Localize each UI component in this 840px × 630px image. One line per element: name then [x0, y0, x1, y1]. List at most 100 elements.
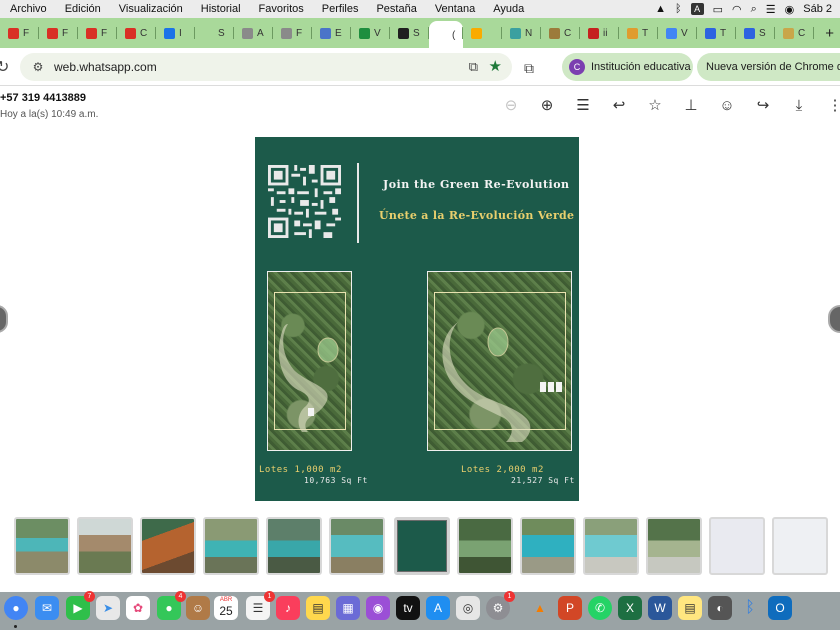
thumbnail[interactable] [646, 517, 702, 575]
music-icon[interactable]: ♪ [276, 596, 300, 620]
tab[interactable]: ii [580, 21, 619, 45]
app-store-icon[interactable]: A [426, 596, 450, 620]
pin-icon[interactable]: ⊥ [681, 96, 701, 116]
apple-tv-icon[interactable]: tv [396, 596, 420, 620]
reminders-icon[interactable]: ☰ 1 [246, 591, 275, 620]
control-center-icon[interactable]: ☰ [766, 3, 776, 16]
profile-button[interactable]: C Institución educativa [562, 53, 693, 81]
thumbnail[interactable] [772, 517, 828, 575]
tab[interactable]: T [697, 21, 736, 45]
tab[interactable]: V [351, 21, 390, 45]
previous-media-button[interactable] [0, 305, 8, 333]
menu-archivo[interactable]: Archivo [0, 3, 56, 15]
site-settings-icon[interactable]: ⚙ [30, 59, 46, 75]
extensions-icon[interactable]: ⧉ [524, 60, 534, 77]
stickies-icon[interactable]: ▤ [678, 596, 702, 620]
thumbnail[interactable] [329, 517, 385, 575]
contacts-icon[interactable]: ☺ [186, 596, 210, 620]
excel-icon[interactable]: X [618, 596, 642, 620]
emoji-icon[interactable]: ☺ [717, 96, 737, 116]
install-app-icon[interactable]: ⧉ [469, 59, 478, 75]
battery-icon[interactable]: ▭ [713, 3, 723, 16]
facetime-icon[interactable]: ▶ 7 [66, 591, 95, 620]
thumbnail[interactable] [583, 517, 639, 575]
bluetooth-icon[interactable]: ᛒ [675, 3, 682, 15]
bookmark-star-icon[interactable]: ★ [489, 57, 502, 75]
calendar-icon[interactable]: ABR 25 [214, 596, 238, 620]
menubar-clock[interactable]: Sáb 2 [803, 3, 832, 15]
next-media-button[interactable] [828, 305, 840, 333]
tab[interactable]: F [78, 21, 117, 45]
forward-icon[interactable]: ↪ [753, 96, 773, 116]
powerpoint-icon[interactable]: P [558, 596, 582, 620]
menu-ayuda[interactable]: Ayuda [484, 3, 533, 15]
menu-perfiles[interactable]: Perfiles [313, 3, 368, 15]
keyboard-input-icon[interactable]: A [690, 3, 704, 15]
tab[interactable]: T [619, 21, 658, 45]
tab[interactable]: C [775, 21, 814, 45]
thumbnail[interactable] [520, 517, 576, 575]
reply-icon[interactable]: ↩ [609, 96, 629, 116]
spotlight-search-icon[interactable]: ⌕ [751, 3, 757, 16]
tab[interactable]: F [39, 21, 78, 45]
outlook-icon[interactable]: O [768, 596, 792, 620]
tab-active[interactable]: (× [429, 21, 463, 48]
vlc-icon[interactable]: ▲ [528, 596, 552, 620]
tab[interactable] [463, 21, 502, 45]
tab[interactable]: S [195, 21, 234, 45]
thumbnail[interactable] [457, 517, 513, 575]
podcasts-icon[interactable]: ◉ [366, 596, 390, 620]
tab[interactable]: E [312, 21, 351, 45]
notes-icon[interactable]: ▤ [306, 596, 330, 620]
chrome-icon[interactable]: ● [4, 596, 28, 620]
siri-icon[interactable]: ◉ [785, 3, 795, 16]
more-options-icon[interactable]: ⋮ [825, 96, 840, 116]
address-bar[interactable]: ⚙ web.whatsapp.com ⧉ ★ [20, 53, 512, 81]
thumbnail[interactable] [266, 517, 322, 575]
zoom-out-icon[interactable]: ⊖ [501, 96, 521, 116]
thumbnail[interactable] [203, 517, 259, 575]
whatsapp-icon[interactable]: ✆ [588, 596, 612, 620]
url-text[interactable]: web.whatsapp.com [54, 60, 157, 74]
menu-ventana[interactable]: Ventana [426, 3, 484, 15]
menu-favoritos[interactable]: Favoritos [250, 3, 313, 15]
tab[interactable]: C [117, 21, 156, 45]
zoom-in-icon[interactable]: ⊕ [537, 96, 557, 116]
tab[interactable]: N [502, 21, 541, 45]
download-icon[interactable]: ⤓ [789, 96, 809, 116]
wifi-icon[interactable]: ◠ [732, 3, 742, 16]
launchpad-icon[interactable]: ▦ [336, 596, 360, 620]
new-tab-button[interactable]: + [825, 25, 834, 42]
reload-icon[interactable]: ↻ [0, 57, 9, 77]
photos-icon[interactable]: ✿ [126, 596, 150, 620]
system-settings-icon[interactable]: ⚙ 1 [486, 591, 515, 620]
alert-icon[interactable]: ▲ [655, 3, 666, 15]
thumbnail-selected[interactable] [394, 517, 450, 575]
menu-visualizacion[interactable]: Visualización [110, 3, 192, 15]
thumbnail[interactable] [77, 517, 133, 575]
tab[interactable]: C [541, 21, 580, 45]
menu-historial[interactable]: Historial [192, 3, 250, 15]
tab[interactable]: F [0, 21, 39, 45]
tab[interactable]: I [156, 21, 195, 45]
thumbnail[interactable] [140, 517, 196, 575]
thumbnail[interactable] [709, 517, 765, 575]
tab[interactable]: S [736, 21, 775, 45]
star-icon[interactable]: ☆ [645, 96, 665, 116]
chrome-update-button[interactable]: Nueva versión de Chrome dis [697, 53, 840, 81]
maps-icon[interactable]: ➤ [96, 596, 120, 620]
tab[interactable]: S [390, 21, 429, 45]
thumbnail[interactable] [14, 517, 70, 575]
menu-edicion[interactable]: Edición [56, 3, 110, 15]
bluetooth-file-exchange-icon[interactable]: ᛒ [738, 596, 762, 620]
tab[interactable]: V [658, 21, 697, 45]
screenshot-icon[interactable]: ◎ [456, 596, 480, 620]
tab[interactable]: F [273, 21, 312, 45]
menu-pestana[interactable]: Pestaña [367, 3, 425, 15]
mail-icon[interactable]: ✉ [35, 596, 59, 620]
message-icon[interactable]: ☰ [573, 96, 593, 116]
messages-icon[interactable]: ● 4 [157, 591, 186, 620]
tab[interactable]: A [234, 21, 273, 45]
word-icon[interactable]: W [648, 596, 672, 620]
preview-icon[interactable]: ◐ [708, 596, 732, 620]
